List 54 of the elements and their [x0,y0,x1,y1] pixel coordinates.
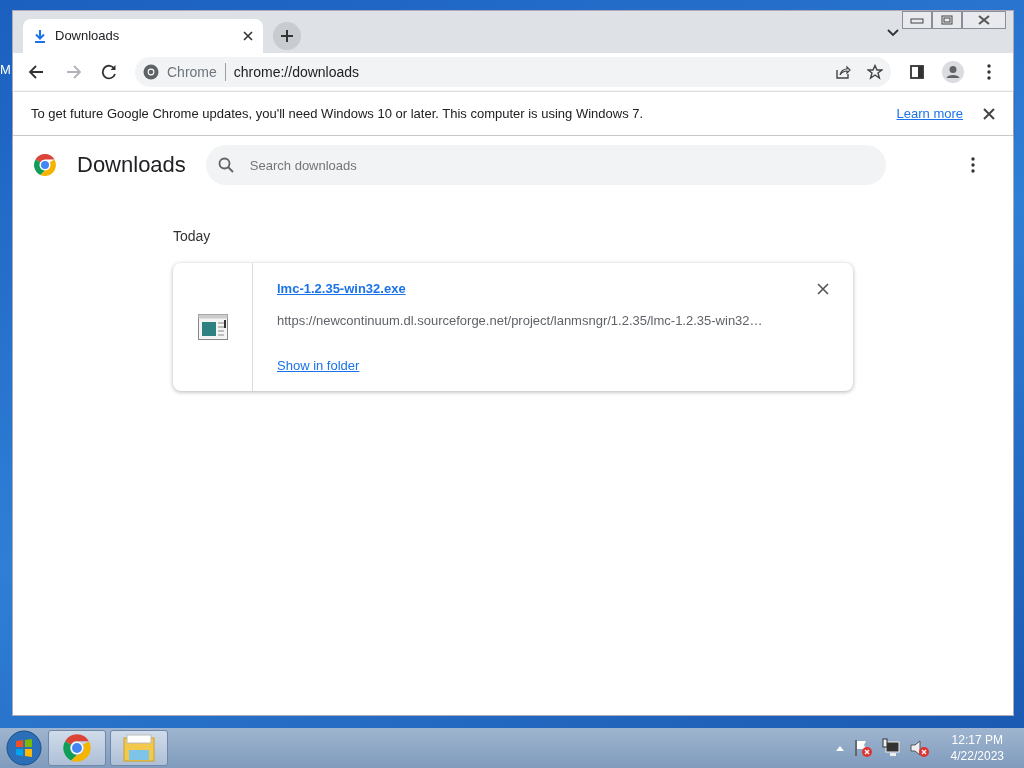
close-icon [817,282,829,295]
share-button[interactable] [835,64,851,80]
page-title: Downloads [77,151,186,179]
clock[interactable]: 12:17 PM 4/22/2023 [950,731,1004,765]
maximize-button[interactable] [932,11,962,29]
share-icon [835,64,851,80]
side-panel-icon [910,65,924,79]
chrome-taskbar-button[interactable] [48,730,106,766]
url-text: chrome://downloads [233,62,361,82]
plus-icon [280,29,294,43]
address-bar[interactable]: Chrome chrome://downloads [135,57,891,87]
date-heading: Today [173,227,212,246]
search-field[interactable]: Search downloads [205,145,886,185]
download-icon [33,29,47,43]
chevron-down-icon [887,29,899,37]
back-arrow-icon [28,63,46,81]
kebab-menu-icon [987,64,991,80]
browser-tab[interactable]: Downloads [23,19,263,53]
star-icon [867,64,883,80]
desktop-icon-label: M [0,61,11,79]
tab-title: Downloads [55,27,121,46]
learn-more-link[interactable]: Learn more [896,103,963,124]
start-button-icon[interactable] [4,728,44,768]
chrome-icon [143,64,159,80]
clock-time: 12:17 PM [950,731,1004,748]
folder-icon [123,734,155,762]
bookmark-button[interactable] [867,64,883,80]
close-tab-button[interactable] [243,31,253,41]
show-in-folder-link[interactable]: Show in folder [277,355,360,375]
close-icon [243,31,253,41]
new-tab-button[interactable] [273,22,301,50]
site-label: Chrome [167,62,217,82]
close-icon [977,15,991,25]
volume-muted-icon[interactable] [908,738,931,758]
close-button[interactable] [962,11,1006,29]
chrome-icon [62,733,92,763]
close-infobar-button[interactable] [983,107,995,120]
forward-arrow-icon [64,63,82,81]
explorer-taskbar-button[interactable] [110,730,168,766]
exe-file-icon [197,314,228,340]
restore-icon [941,15,953,25]
network-icon[interactable] [880,738,901,758]
close-icon [983,107,995,120]
download-url: https://newcontinuum.dl.sourceforge.net/project/lanmsngr/1.2.35/lmc-1.2.35-win32… [277,311,764,330]
kebab-menu-icon [971,157,975,173]
chrome-logo-icon [33,153,57,177]
avatar-icon [942,61,964,83]
minimize-icon [910,16,924,24]
flag-error-icon[interactable] [852,738,873,758]
file-name-link[interactable]: lmc-1.2.35-win32.exe [277,279,406,299]
reload-icon [100,63,118,81]
clock-date: 4/22/2023 [950,748,1004,765]
update-message: To get future Google Chrome updates, you'll need Windows 10 or later. This computer is using Windows 7. [31,104,645,123]
remove-download-button[interactable] [817,282,829,295]
